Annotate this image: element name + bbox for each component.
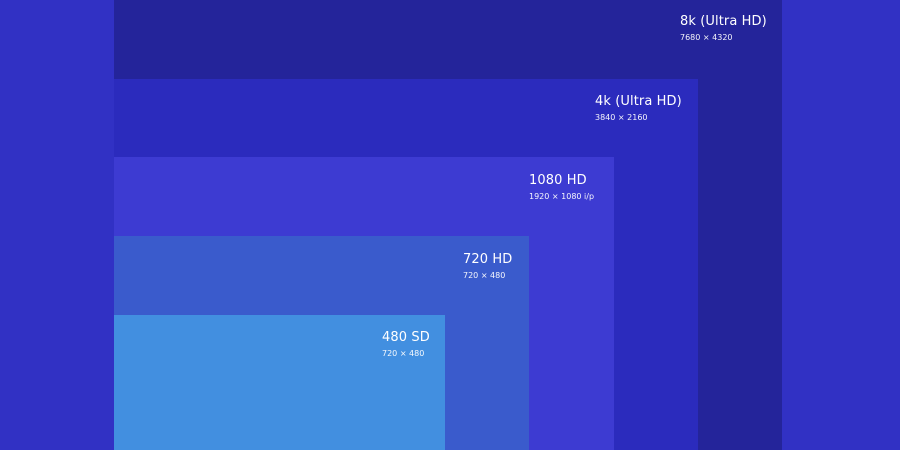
- resolution-dimensions: 720 × 480: [463, 271, 506, 280]
- resolution-title: 720 HD: [463, 252, 513, 267]
- resolution-title: 8k (Ultra HD): [680, 14, 767, 29]
- resolution-label-480: 480 SD 720 × 480: [382, 330, 430, 360]
- resolution-dimensions: 7680 × 4320: [680, 33, 733, 42]
- resolution-label-1080: 1080 HD 1920 × 1080 i/p: [529, 173, 594, 203]
- resolution-dimensions: 1920 × 1080 i/p: [529, 192, 595, 201]
- resolution-title: 4k (Ultra HD): [595, 94, 682, 109]
- resolution-dimensions: 3840 × 2160: [595, 113, 648, 122]
- resolution-title: 1080 HD: [529, 173, 587, 188]
- resolution-label-8k: 8k (Ultra HD) 7680 × 4320: [680, 14, 767, 44]
- resolution-label-4k: 4k (Ultra HD) 3840 × 2160: [595, 94, 682, 124]
- resolution-label-720: 720 HD 720 × 480: [463, 252, 512, 282]
- resolution-box-480: 480 SD 720 × 480: [114, 315, 445, 450]
- resolution-dimensions: 720 × 480: [382, 349, 425, 358]
- resolution-comparison-diagram: 8k (Ultra HD) 7680 × 4320 4k (Ultra HD) …: [0, 0, 900, 450]
- resolution-title: 480 SD: [382, 330, 430, 345]
